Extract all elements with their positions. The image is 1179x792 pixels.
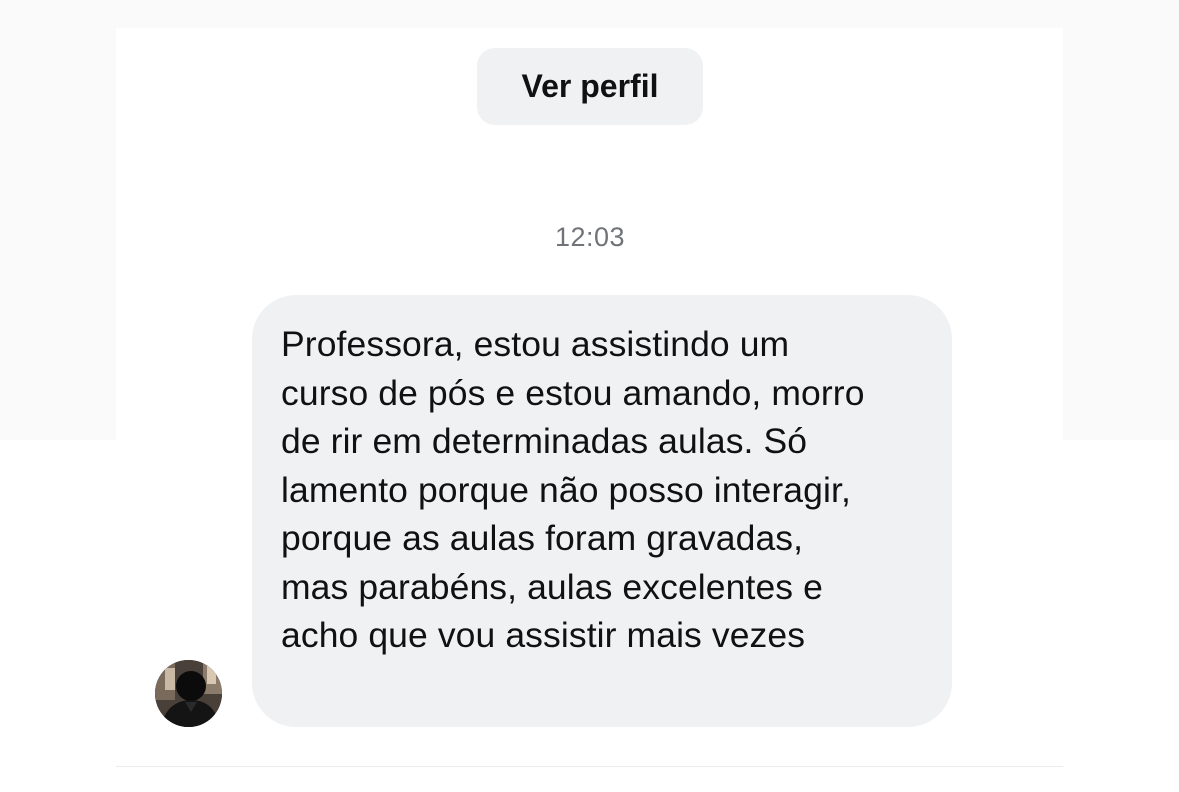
outer-background-left bbox=[0, 28, 116, 440]
avatar-photo bbox=[155, 660, 222, 727]
bottom-divider bbox=[116, 766, 1063, 767]
user-avatar-icon[interactable] bbox=[155, 660, 222, 727]
outer-background-top bbox=[0, 0, 1179, 28]
message-text: Professora, estou assistindo um curso de… bbox=[281, 324, 865, 655]
incoming-message-bubble[interactable]: Professora, estou assistindo um curso de… bbox=[252, 295, 952, 727]
outer-background-right bbox=[1063, 28, 1179, 440]
message-timestamp: 12:03 bbox=[554, 222, 626, 252]
view-profile-button[interactable]: Ver perfil bbox=[477, 48, 703, 125]
